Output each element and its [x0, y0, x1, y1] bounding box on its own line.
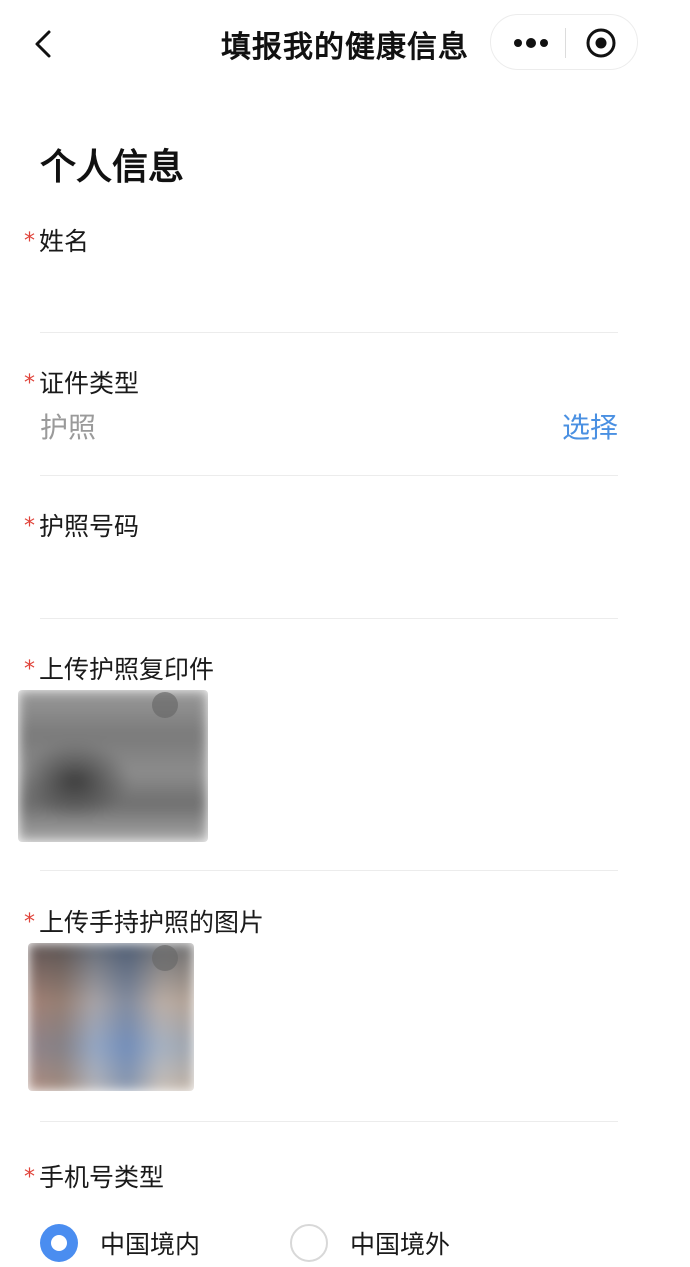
- passport-number-input[interactable]: [40, 551, 618, 599]
- radio-selected-icon: [40, 1224, 78, 1262]
- delete-badge-icon: [152, 945, 178, 971]
- capsule-divider: [565, 28, 566, 58]
- target-circle-icon: [586, 28, 616, 58]
- passport-copy-thumbnail[interactable]: [18, 690, 208, 842]
- divider: [40, 332, 618, 333]
- more-button[interactable]: [509, 29, 553, 57]
- id-type-field: * 证件类型 护照 选择: [0, 364, 690, 476]
- handheld-passport-thumbnail[interactable]: [28, 943, 194, 1091]
- passport-copy-label-text: 上传护照复印件: [39, 655, 215, 684]
- phone-type-label-text: 手机号类型: [39, 1163, 165, 1192]
- required-mark: *: [24, 371, 35, 396]
- divider: [40, 475, 618, 476]
- section-title: 个人信息: [40, 147, 185, 188]
- handheld-passport-label: * 上传手持护照的图片: [24, 903, 264, 939]
- delete-badge-icon: [152, 692, 178, 718]
- handheld-passport-field: * 上传手持护照的图片: [0, 903, 690, 1123]
- required-mark: *: [24, 514, 35, 539]
- name-field: * 姓名: [0, 222, 690, 334]
- phone-type-label: * 手机号类型: [24, 1158, 164, 1194]
- radio-option-domestic[interactable]: 中国境内: [40, 1224, 200, 1262]
- required-mark: *: [24, 657, 35, 682]
- close-mini-program-button[interactable]: [585, 27, 617, 59]
- name-input[interactable]: [40, 266, 618, 314]
- radio-label-domestic: 中国境内: [100, 1230, 201, 1259]
- passport-number-label-text: 护照号码: [39, 512, 140, 541]
- divider: [40, 1121, 618, 1122]
- more-dots-icon: [514, 38, 548, 48]
- passport-copy-label: * 上传护照复印件: [24, 650, 214, 686]
- passport-copy-field: * 上传护照复印件: [0, 650, 690, 872]
- divider: [40, 870, 618, 871]
- required-mark: *: [24, 229, 35, 254]
- handheld-passport-label-text: 上传手持护照的图片: [39, 908, 265, 937]
- radio-option-overseas[interactable]: 中国境外: [290, 1224, 450, 1262]
- mini-program-capsule: [490, 14, 638, 70]
- phone-type-field: * 手机号类型 中国境内 中国境外: [0, 1158, 690, 1267]
- id-type-label-text: 证件类型: [39, 369, 140, 398]
- radio-unselected-icon: [290, 1224, 328, 1262]
- navbar: 填报我的健康信息: [0, 0, 690, 88]
- required-mark: *: [24, 1165, 35, 1190]
- required-mark: *: [24, 910, 35, 935]
- name-label-text: 姓名: [39, 227, 90, 256]
- radio-label-overseas: 中国境外: [350, 1230, 451, 1259]
- passport-number-label: * 护照号码: [24, 507, 139, 543]
- id-type-select-link[interactable]: 选择: [562, 406, 618, 446]
- name-label: * 姓名: [24, 222, 89, 258]
- id-type-label: * 证件类型: [24, 364, 139, 400]
- passport-number-field: * 护照号码: [0, 507, 690, 619]
- id-type-value: 护照: [40, 411, 97, 444]
- divider: [40, 618, 618, 619]
